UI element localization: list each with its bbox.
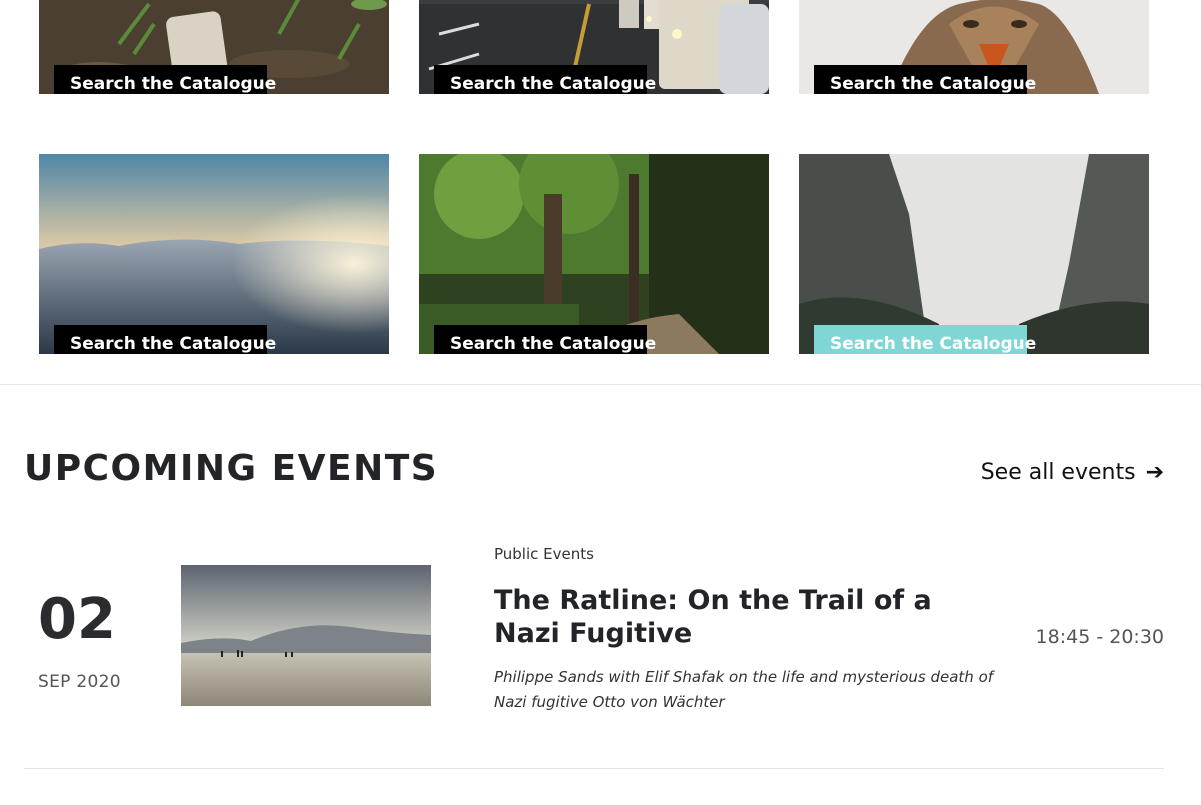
search-catalogue-button[interactable]: Search the Catalogue	[54, 65, 276, 94]
arrow-right-icon: ➔	[1145, 460, 1164, 485]
see-all-label: See all events	[980, 460, 1136, 485]
page: Search the Catalogue Search the Catalogu…	[0, 0, 1201, 805]
event-item[interactable]: 02 SEP 2020 Public Events The Ratline: O…	[24, 530, 1164, 768]
catalogue-card-coyote[interactable]: Search the Catalogue	[799, 0, 1149, 94]
catalogue-card-road[interactable]: Search the Catalogue	[419, 0, 769, 94]
catalogue-card-clouds[interactable]: Search the Catalogue	[39, 154, 389, 354]
misty-canyon-photo	[799, 154, 1149, 354]
event-divider	[24, 768, 1164, 769]
event-title[interactable]: The Ratline: On the Trail of a Nazi Fugi…	[494, 584, 994, 650]
catalogue-card-leaves[interactable]: Search the Catalogue	[39, 0, 389, 94]
see-all-events-link[interactable]: See all events ➔	[981, 460, 1164, 485]
event-month-year: SEP 2020	[38, 672, 121, 692]
section-divider	[0, 384, 1201, 385]
event-description: Philippe Sands with Elif Shafak on the l…	[494, 668, 994, 711]
catalogue-card-canyon[interactable]: Search the Catalogue	[799, 154, 1149, 354]
event-category: Public Events	[494, 545, 594, 563]
search-catalogue-button[interactable]: Search the Catalogue	[814, 325, 1036, 354]
clouds-sunset-photo	[39, 154, 389, 354]
search-catalogue-button[interactable]: Search the Catalogue	[434, 325, 656, 354]
event-day: 02	[38, 587, 116, 652]
event-time: 18:45 - 20:30	[1035, 626, 1164, 648]
search-catalogue-button[interactable]: Search the Catalogue	[54, 325, 276, 354]
forest-path-photo	[419, 154, 769, 354]
catalogue-card-forest[interactable]: Search the Catalogue	[419, 154, 769, 354]
search-catalogue-button[interactable]: Search the Catalogue	[814, 65, 1036, 94]
search-catalogue-button[interactable]: Search the Catalogue	[434, 65, 656, 94]
section-heading: UPCOMING EVENTS	[24, 448, 439, 489]
beach-mountains-photo[interactable]	[181, 565, 431, 706]
